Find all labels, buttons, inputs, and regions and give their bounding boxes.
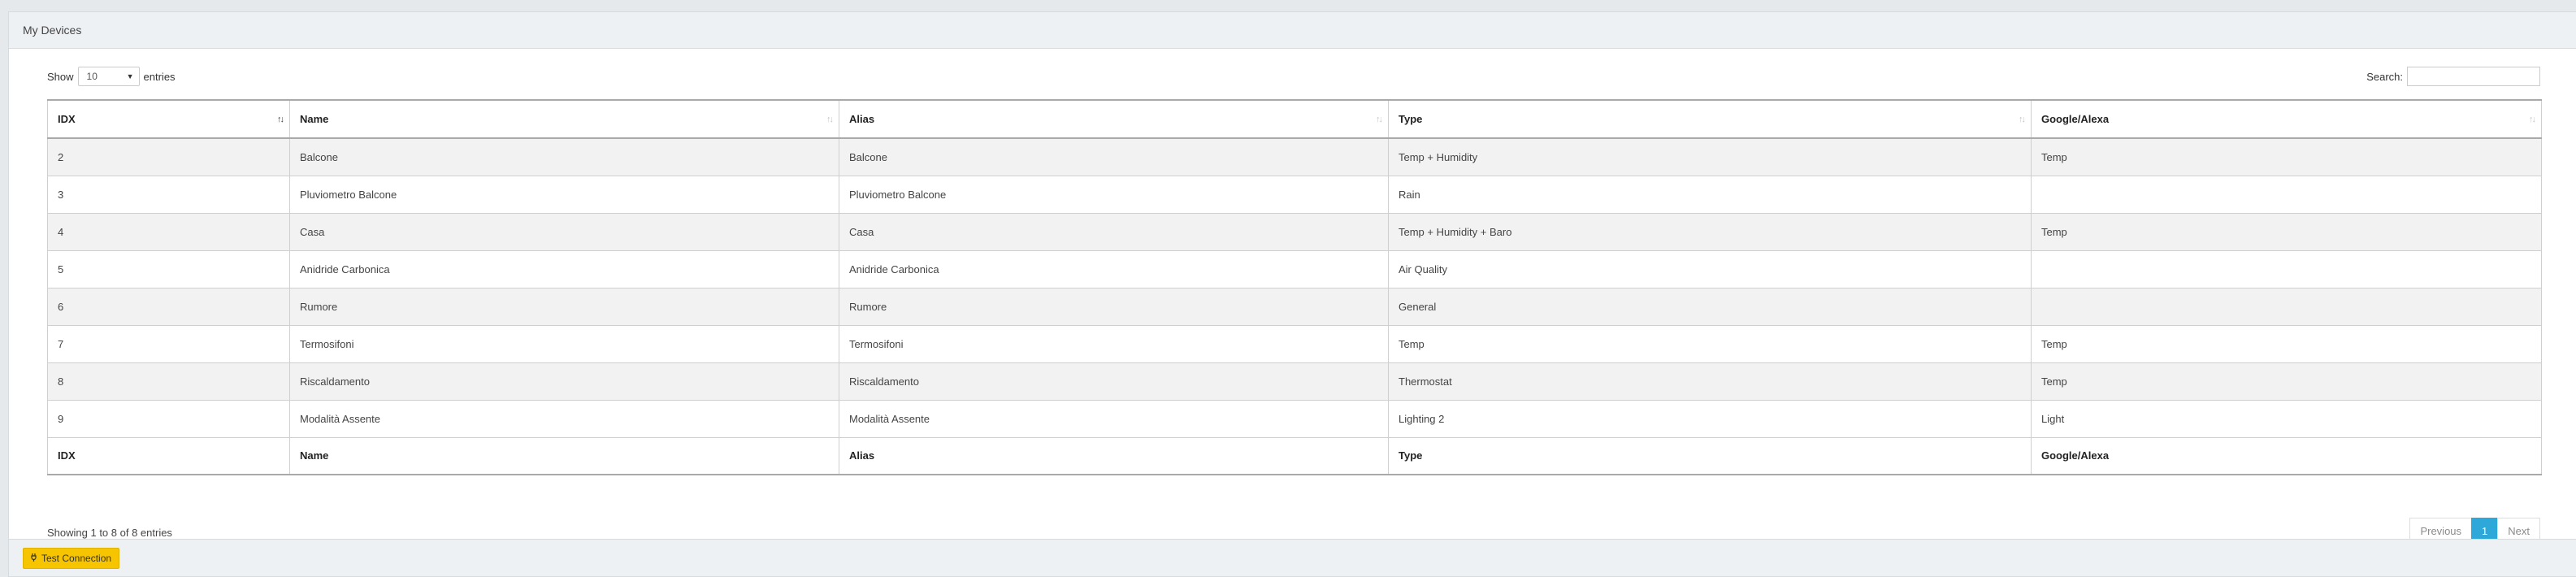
test-connection-button[interactable]: Test Connection: [23, 547, 120, 569]
table-row[interactable]: 7 Termosifoni Termosifoni Temp Temp: [47, 324, 2542, 363]
table-row[interactable]: 9 Modalità Assente Modalità Assente Lightin…: [47, 399, 2542, 438]
table-cell: [2031, 287, 2542, 326]
column-header-label: Google/Alexa: [2041, 113, 2110, 125]
table-cell: Casa: [839, 212, 1389, 251]
column-footer-name: Name: [289, 436, 839, 475]
table-cell: [2031, 175, 2542, 214]
table-cell: [2031, 249, 2542, 288]
sort-icon: ↑↓: [826, 114, 834, 124]
column-header-label: Name: [300, 113, 329, 125]
chevron-down-icon: ▼: [126, 72, 134, 80]
search-input[interactable]: [2407, 67, 2540, 86]
table-row[interactable]: 6 Rumore Rumore General: [47, 287, 2542, 326]
table-cell: Anidride Carbonica: [289, 249, 839, 288]
table-row[interactable]: 2 Balcone Balcone Temp + Humidity Temp: [47, 137, 2542, 176]
sort-icon: ↑↓: [2529, 114, 2536, 124]
table-cell: Riscaldamento: [839, 362, 1389, 401]
length-suffix-label: entries: [143, 70, 176, 83]
table-cell: Lighting 2: [1388, 399, 2032, 438]
table-cell: Rumore: [289, 287, 839, 326]
table-cell: Balcone: [289, 137, 839, 176]
my-devices-panel: My Devices Show 10 ▼ entries Search: IDX…: [8, 11, 2576, 577]
sort-ascending-icon: ↑↓: [277, 114, 284, 124]
panel-title: My Devices: [23, 24, 82, 37]
column-footer-alias: Alias: [839, 436, 1389, 475]
plug-icon: [31, 553, 38, 564]
devices-table: IDX ↑↓ Name ↑↓ Alias ↑↓ Type ↑↓ Google/Alexa ↑↓ 2…: [47, 99, 2542, 475]
table-cell: 3: [47, 175, 290, 214]
table-cell: Casa: [289, 212, 839, 251]
table-cell: Rumore: [839, 287, 1389, 326]
table-row[interactable]: 3 Pluviometro Balcone Pluviometro Balcone R…: [47, 175, 2542, 214]
panel-footer: Test Connection: [9, 539, 2576, 576]
column-header-google-alexa[interactable]: Google/Alexa ↑↓: [2031, 99, 2542, 139]
table-cell: 4: [47, 212, 290, 251]
table-info: Showing 1 to 8 of 8 entries: [47, 527, 172, 539]
table-cell: Temp: [1388, 324, 2032, 363]
table-cell: Temp + Humidity: [1388, 137, 2032, 176]
search-control: Search:: [2366, 67, 2540, 86]
table-cell: Thermostat: [1388, 362, 2032, 401]
table-cell: Pluviometro Balcone: [839, 175, 1389, 214]
panel-heading: My Devices: [9, 12, 2576, 49]
column-footer-idx: IDX: [47, 436, 290, 475]
table-cell: General: [1388, 287, 2032, 326]
column-footer-google-alexa: Google/Alexa: [2031, 436, 2542, 475]
entries-per-page-select[interactable]: 10 ▼: [77, 67, 140, 86]
table-cell: Modalità Assente: [839, 399, 1389, 438]
table-cell: Anidride Carbonica: [839, 249, 1389, 288]
entries-length-control: Show 10 ▼ entries: [47, 67, 176, 86]
table-cell: Light: [2031, 399, 2542, 438]
table-cell: Balcone: [839, 137, 1389, 176]
table-header-row: IDX ↑↓ Name ↑↓ Alias ↑↓ Type ↑↓ Google/Alexa ↑↓: [47, 99, 2542, 139]
column-header-name[interactable]: Name ↑↓: [289, 99, 839, 139]
table-footer-row: IDX Name Alias Type Google/Alexa: [47, 436, 2542, 475]
table-cell: Rain: [1388, 175, 2032, 214]
search-label: Search:: [2366, 70, 2403, 83]
table-row[interactable]: 4 Casa Casa Temp + Humidity + Baro Temp: [47, 212, 2542, 251]
column-header-idx[interactable]: IDX ↑↓: [47, 99, 290, 139]
table-cell: Temp: [2031, 362, 2542, 401]
column-header-type[interactable]: Type ↑↓: [1388, 99, 2032, 139]
table-cell: 9: [47, 399, 290, 438]
entries-per-page-value: 10: [86, 71, 98, 82]
table-cell: 5: [47, 249, 290, 288]
table-cell: Termosifoni: [839, 324, 1389, 363]
table-cell: Temp + Humidity + Baro: [1388, 212, 2032, 251]
table-cell: Temp: [2031, 137, 2542, 176]
test-connection-label: Test Connection: [41, 552, 112, 564]
table-cell: Temp: [2031, 324, 2542, 363]
column-header-label: IDX: [58, 113, 76, 125]
length-prefix-label: Show: [47, 70, 74, 83]
table-cell: Termosifoni: [289, 324, 839, 363]
column-header-label: Alias: [849, 113, 875, 125]
column-header-label: Type: [1399, 113, 1423, 125]
table-row[interactable]: 8 Riscaldamento Riscaldamento Thermostat Tem…: [47, 362, 2542, 401]
column-header-alias[interactable]: Alias ↑↓: [839, 99, 1389, 139]
sort-icon: ↑↓: [2019, 114, 2026, 124]
table-cell: 7: [47, 324, 290, 363]
table-cell: Air Quality: [1388, 249, 2032, 288]
table-cell: 2: [47, 137, 290, 176]
sort-icon: ↑↓: [1376, 114, 1383, 124]
table-cell: Temp: [2031, 212, 2542, 251]
table-cell: 8: [47, 362, 290, 401]
table-body: 2 Balcone Balcone Temp + Humidity Temp 3 Pluvi…: [47, 137, 2542, 438]
panel-body: Show 10 ▼ entries Search: IDX ↑↓ Name ↑↓ Ali…: [9, 49, 2576, 544]
table-cell: Pluviometro Balcone: [289, 175, 839, 214]
table-row[interactable]: 5 Anidride Carbonica Anidride Carbonica Air…: [47, 249, 2542, 288]
table-cell: Modalità Assente: [289, 399, 839, 438]
column-footer-type: Type: [1388, 436, 2032, 475]
table-cell: 6: [47, 287, 290, 326]
table-cell: Riscaldamento: [289, 362, 839, 401]
